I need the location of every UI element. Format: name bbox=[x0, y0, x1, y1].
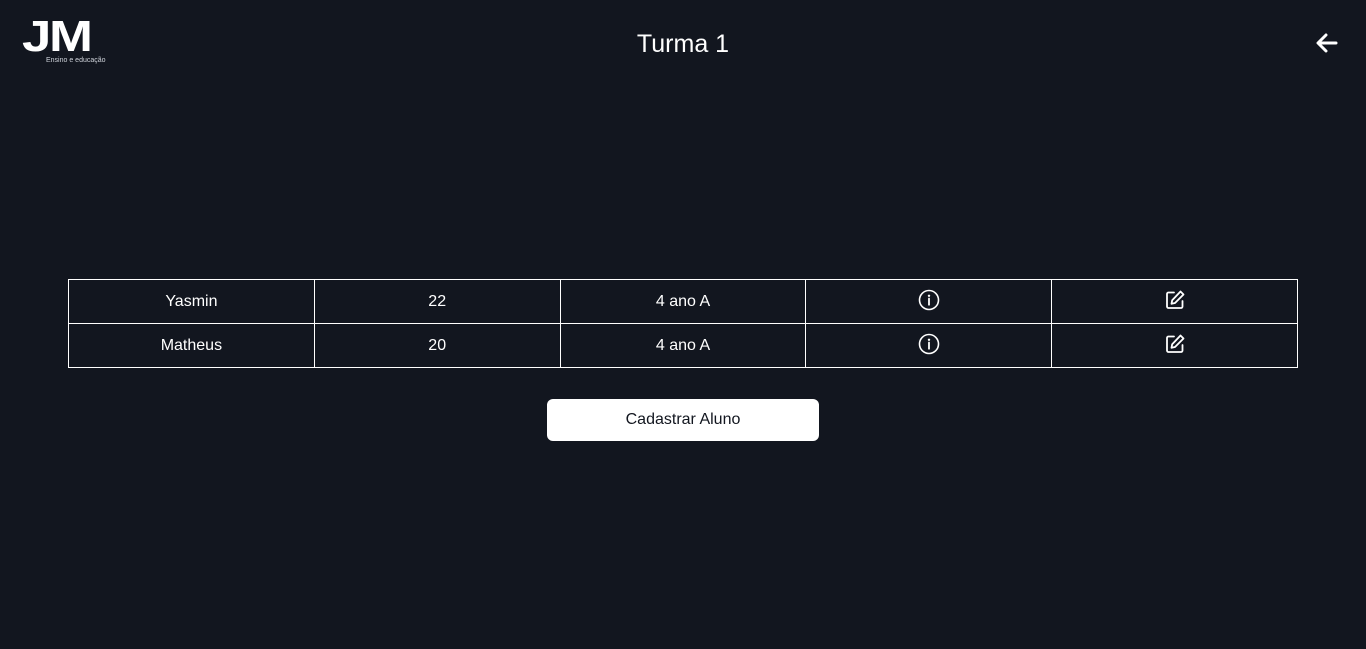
info-button[interactable] bbox=[916, 331, 942, 357]
student-class-cell: 4 ano A bbox=[559, 279, 807, 324]
edit-icon bbox=[1165, 290, 1184, 309]
info-circle-icon bbox=[918, 289, 940, 310]
register-student-button[interactable]: Cadastrar Aluno bbox=[547, 399, 819, 441]
page: JM Ensino e educação Turma 1 Yasmin 22 4… bbox=[0, 0, 1366, 649]
table-row: Matheus 20 4 ano A bbox=[68, 323, 1298, 368]
edit-cell bbox=[1051, 279, 1298, 324]
page-title: Turma 1 bbox=[636, 30, 730, 58]
edit-cell bbox=[1051, 323, 1298, 368]
edit-icon bbox=[1165, 334, 1184, 353]
students-table: Yasmin 22 4 ano A Matheus 20 4 ano A bbox=[68, 279, 1298, 368]
student-class-cell: 4 ano A bbox=[559, 323, 807, 368]
back-button[interactable] bbox=[1314, 31, 1340, 55]
info-button[interactable] bbox=[916, 287, 942, 313]
info-circle-icon bbox=[918, 333, 940, 354]
edit-button[interactable] bbox=[1162, 331, 1188, 357]
info-cell bbox=[805, 323, 1053, 368]
arrow-left-icon bbox=[1316, 33, 1338, 53]
table-row: Yasmin 22 4 ano A bbox=[68, 279, 1298, 324]
info-cell bbox=[805, 279, 1053, 324]
student-age-cell: 22 bbox=[313, 279, 561, 324]
student-age-cell: 20 bbox=[313, 323, 561, 368]
edit-button[interactable] bbox=[1162, 287, 1188, 313]
student-name-cell: Matheus bbox=[68, 323, 315, 368]
student-name-cell: Yasmin bbox=[68, 279, 315, 324]
